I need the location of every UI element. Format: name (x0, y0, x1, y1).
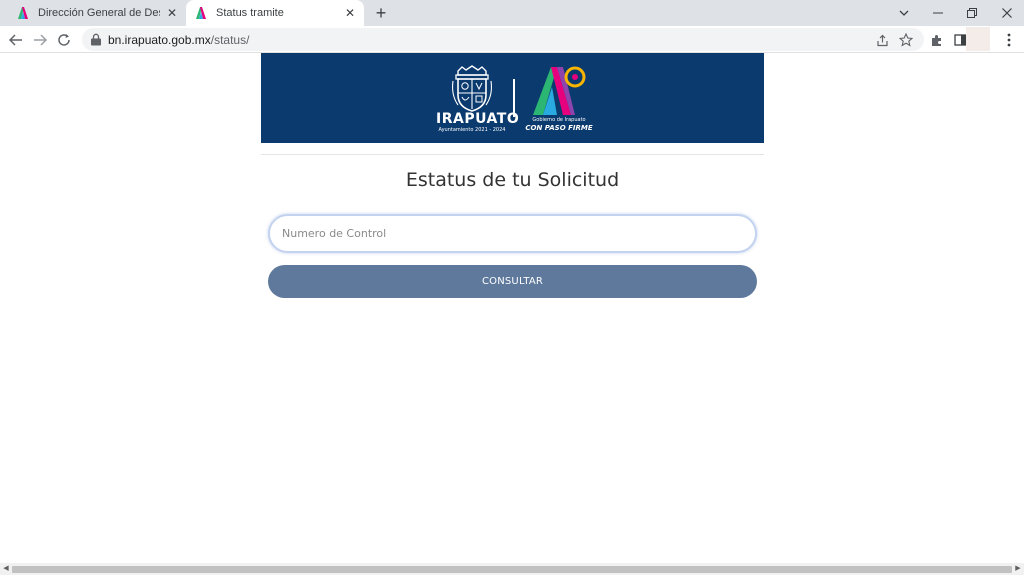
tab-search-icon[interactable] (893, 3, 915, 23)
minimize-icon[interactable] (927, 3, 949, 23)
tab-strip: Dirección General de Desarrollo U ✕ Stat… (0, 0, 1024, 26)
address-bar[interactable]: bn.irapuato.gob.mx/status/ (82, 28, 924, 51)
close-window-icon[interactable] (996, 3, 1018, 23)
tab-title: Status tramite (216, 7, 284, 19)
irapuato-favicon-icon (18, 7, 28, 19)
gov-line: Gobierno de Irapuato (532, 117, 586, 123)
reload-icon[interactable] (54, 30, 74, 50)
forward-icon[interactable] (30, 30, 50, 50)
scroll-left-icon[interactable]: ◀ (1, 565, 11, 573)
tab-title: Dirección General de Desarrollo U (38, 7, 160, 19)
slogan: CON PASO FIRME (525, 124, 593, 132)
scrollbar-thumb[interactable] (12, 566, 1012, 573)
gobierno-a-logo-icon (533, 66, 586, 115)
extensions-icon[interactable] (928, 32, 944, 48)
page-title: Estatus de tu Solicitud (405, 169, 620, 191)
city-name: IRAPUATO (436, 111, 520, 127)
bookmark-star-icon[interactable] (898, 32, 914, 48)
city-subtitle: Ayuntamiento 2021 - 2024 (438, 127, 506, 133)
new-tab-button[interactable]: + (372, 4, 390, 22)
lock-icon[interactable] (90, 33, 102, 46)
url-path: /status/ (210, 33, 250, 47)
url-host: bn.irapuato.gob.mx (108, 33, 211, 47)
share-icon[interactable] (874, 32, 890, 48)
tab-status-tramite[interactable]: Status tramite ✕ (186, 0, 364, 26)
horizontal-scrollbar[interactable]: ◀ ▶ (0, 563, 1024, 575)
url-text[interactable]: bn.irapuato.gob.mx/status/ (108, 33, 249, 47)
restore-icon[interactable] (961, 3, 983, 23)
consult-button[interactable]: CONSULTAR (268, 265, 757, 298)
header-banner: IRAPUATO Ayuntamiento 2021 - 2024 Gobier… (261, 53, 764, 143)
irapuato-coat-of-arms-icon (452, 65, 492, 112)
browser-toolbar: bn.irapuato.gob.mx/status/ (0, 26, 1024, 53)
close-tab-icon[interactable]: ✕ (342, 5, 358, 21)
control-number-input[interactable] (268, 214, 757, 253)
tab-direccion-general[interactable]: Dirección General de Desarrollo U ✕ (8, 0, 186, 26)
scroll-right-icon[interactable]: ▶ (1013, 565, 1023, 573)
menu-kebab-icon[interactable] (1001, 32, 1017, 48)
profile-avatar[interactable] (966, 27, 990, 51)
logo-separator (513, 79, 515, 117)
header-divider (261, 154, 764, 155)
irapuato-favicon-icon (196, 7, 206, 19)
back-icon[interactable] (6, 30, 26, 50)
close-tab-icon[interactable]: ✕ (164, 5, 180, 21)
